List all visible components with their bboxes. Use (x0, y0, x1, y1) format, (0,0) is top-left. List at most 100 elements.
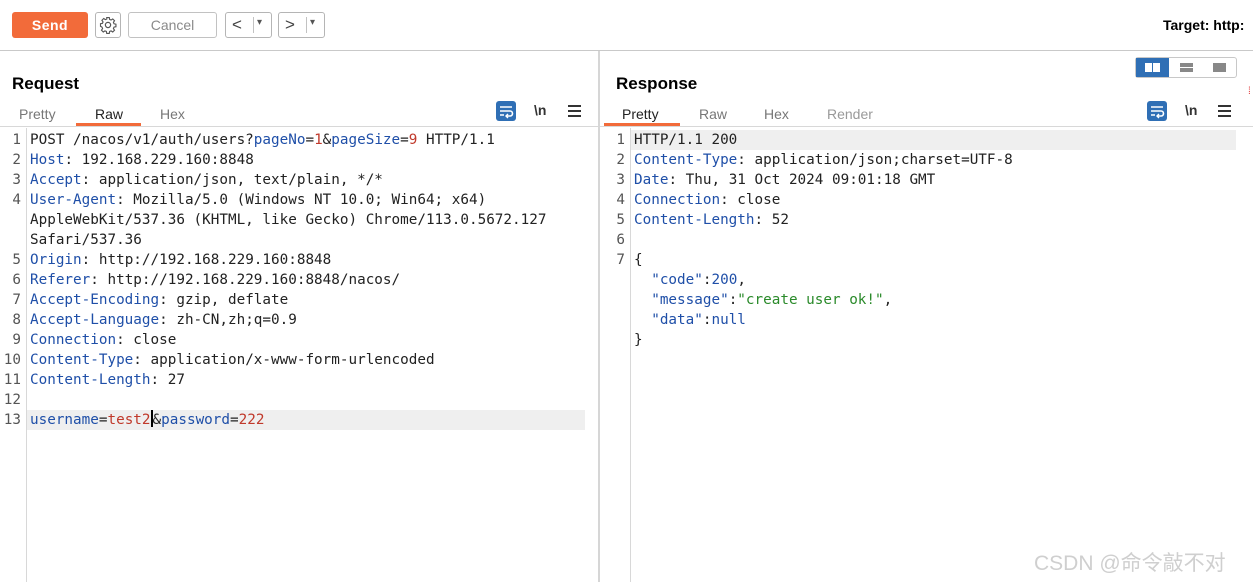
line-number: 2 (12, 152, 21, 168)
code-line: Content-Type: application/json;charset=U… (634, 150, 1013, 170)
code-token: HTTP/1.1 (417, 132, 495, 148)
code-token: : http://192.168.229.160:8848/nacos/ (90, 272, 401, 288)
code-token: User-Agent (30, 192, 117, 208)
code-token: : Thu, 31 Oct 2024 09:01:18 GMT (668, 172, 936, 188)
chevron-down-icon[interactable]: ▾ (257, 17, 262, 28)
request-title: Request (12, 74, 80, 93)
tab-raw[interactable]: Raw (699, 106, 727, 122)
code-token: "code" (651, 272, 703, 288)
code-line: "code":200, (634, 270, 746, 290)
code-token: : 52 (754, 212, 789, 228)
code-token: Origin (30, 252, 82, 268)
code-token: : application/json;charset=UTF-8 (737, 152, 1013, 168)
code-line: { (634, 250, 643, 270)
code-line: Date: Thu, 31 Oct 2024 09:01:18 GMT (634, 170, 935, 190)
target-label[interactable]: Target: http: (1163, 17, 1244, 33)
code-token: : application/json, text/plain, */* (81, 172, 383, 188)
line-number: 3 (616, 172, 625, 188)
menu-icon[interactable] (1218, 105, 1231, 117)
back-button[interactable]: < ▾ (225, 12, 272, 38)
code-token: { (634, 252, 643, 268)
code-line: Accept-Encoding: gzip, deflate (30, 290, 288, 310)
code-token: = (230, 412, 239, 428)
code-token: : application/x-www-form-urlencoded (133, 352, 435, 368)
line-number: 13 (3, 412, 21, 428)
code-token: : 192.168.229.160:8848 (64, 152, 254, 168)
code-line: username=test2 &password=222 (30, 410, 264, 430)
code-token: & (152, 412, 162, 428)
code-token: , (737, 272, 746, 288)
code-line: Connection: close (634, 190, 780, 210)
code-token: Content-Length (634, 212, 755, 228)
line-number: 1 (616, 132, 625, 148)
chevron-down-icon[interactable]: ▾ (310, 17, 315, 28)
line-number: 2 (616, 152, 625, 168)
code-token: Accept-Language (30, 312, 160, 328)
word-wrap-icon[interactable] (1147, 101, 1167, 121)
send-button[interactable]: Send (12, 12, 88, 38)
code-token: pageSize (331, 132, 401, 148)
code-token: username (30, 412, 99, 428)
code-token: Host (30, 152, 65, 168)
line-number: 7 (12, 292, 21, 308)
code-token: 222 (238, 412, 265, 428)
word-wrap-icon[interactable] (496, 101, 516, 121)
gear-icon (99, 16, 117, 34)
code-token: test2 (107, 412, 151, 428)
code-token: POST /nacos/v1/auth/users? (30, 132, 254, 148)
code-token: "message" (651, 292, 729, 308)
code-line: POST /nacos/v1/auth/users?pageNo=1&pageS… (30, 130, 495, 150)
code-token: : close (720, 192, 781, 208)
code-token: "create user ok!" (737, 292, 884, 308)
code-token: , (883, 292, 893, 308)
code-token: } (634, 332, 643, 348)
tab-pretty[interactable]: Pretty (622, 106, 659, 122)
forward-button[interactable]: > ▾ (278, 12, 325, 38)
chevron-left-icon: < (232, 15, 242, 34)
stacked-layout-icon[interactable] (1170, 58, 1203, 77)
side-by-side-layout-icon[interactable] (1136, 58, 1169, 77)
code-token: null (711, 312, 746, 328)
tab-raw[interactable]: Raw (95, 106, 123, 122)
line-number: 12 (3, 392, 21, 408)
code-line: AppleWebKit/537.36 (KHTML, like Gecko) C… (30, 210, 546, 230)
code-token: = (400, 132, 409, 148)
newline-toggle-icon[interactable]: \n (534, 102, 546, 118)
code-token: Accept-Encoding (30, 292, 160, 308)
layout-toggle[interactable] (1135, 57, 1237, 78)
code-line: "message":"create user ok!", (634, 290, 892, 310)
code-token: & (322, 132, 332, 148)
code-token: : close (116, 332, 177, 348)
tab-pretty[interactable]: Pretty (19, 106, 56, 122)
line-number: 4 (616, 192, 625, 208)
code-line: Accept-Language: zh-CN,zh;q=0.9 (30, 310, 297, 330)
line-number: 4 (12, 192, 21, 208)
code-token: : 27 (150, 372, 185, 388)
request-pane: Request Pretty Raw Hex \n POST /nacos/v1… (0, 51, 598, 582)
newline-toggle-icon[interactable]: \n (1185, 102, 1197, 118)
code-line: Referer: http://192.168.229.160:8848/nac… (30, 270, 400, 290)
tab-hex[interactable]: Hex (160, 106, 185, 122)
single-pane-layout-icon[interactable] (1203, 58, 1236, 77)
line-number: 11 (3, 372, 21, 388)
cancel-button[interactable]: Cancel (128, 12, 217, 38)
code-line: } (634, 330, 643, 350)
line-number: 5 (616, 212, 625, 228)
toolbar: Send Cancel < ▾ > ▾ Target: http: (0, 0, 1253, 51)
line-number: 6 (616, 232, 625, 248)
code-token: : Mozilla/5.0 (Windows NT 10.0; Win64; x… (116, 192, 487, 208)
code-token: password (161, 412, 231, 428)
settings-button[interactable] (95, 12, 121, 38)
code-token: "data" (651, 312, 703, 328)
response-pane: Response Pretty Raw Hex Render \n HTTP/1… (600, 51, 1253, 582)
code-line: Host: 192.168.229.160:8848 (30, 150, 254, 170)
code-line: HTTP/1.1 200 (634, 130, 737, 150)
code-token: Connection (30, 332, 117, 348)
code-token: Date (634, 172, 669, 188)
code-line: Accept: application/json, text/plain, */… (30, 170, 383, 190)
tab-render[interactable]: Render (827, 106, 873, 122)
tab-hex[interactable]: Hex (764, 106, 789, 122)
menu-icon[interactable] (568, 105, 581, 117)
line-number: 7 (616, 252, 625, 268)
